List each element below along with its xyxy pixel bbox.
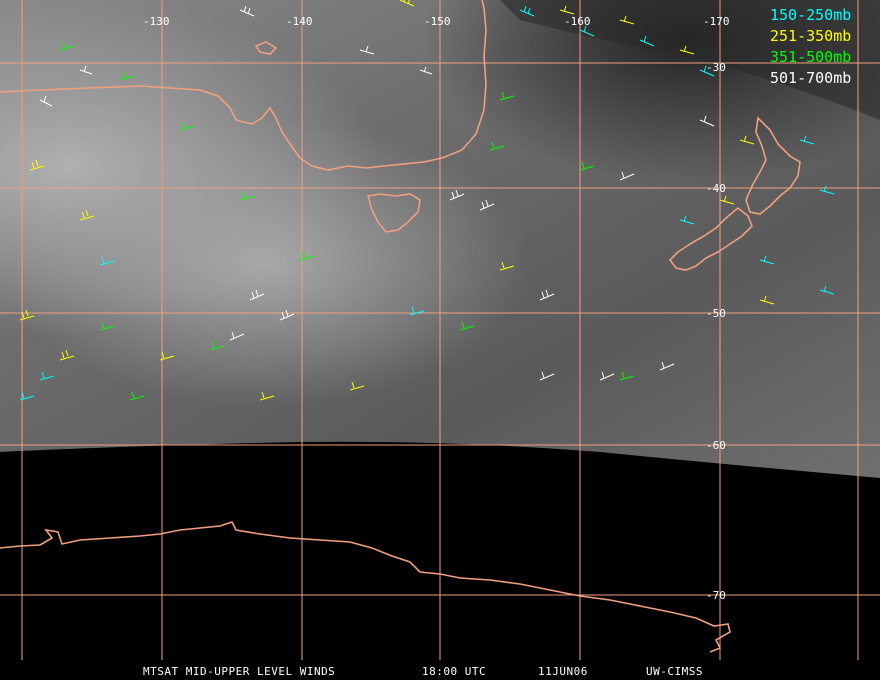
lon-label: -140	[286, 15, 313, 28]
lon-label: -160	[564, 15, 591, 28]
legend-entry-351-500: 351-500mb	[770, 48, 851, 66]
legend-entry-251-350: 251-350mb	[770, 27, 851, 45]
observation-time: 18:00 UTC	[422, 665, 486, 678]
lon-label: -150	[424, 15, 451, 28]
lat-label: -40	[706, 182, 726, 195]
footer-caption: MTSAT MID-UPPER LEVEL WINDS 18:00 UTC 11…	[143, 665, 703, 678]
lon-label: -130	[143, 15, 170, 28]
antarctica-coast	[0, 521, 731, 653]
map-canvas: -130 -140 -150 -160 -170 -30 -40 -50 -60…	[0, 0, 880, 678]
lat-label: -30	[706, 61, 726, 74]
legend-entry-501-700: 501-700mb	[770, 69, 851, 87]
lat-label: -50	[706, 307, 726, 320]
lat-label: -60	[706, 439, 726, 452]
lat-label: -70	[706, 589, 726, 602]
data-source: UW-CIMSS	[646, 665, 703, 678]
lon-label: -170	[703, 15, 730, 28]
product-name: MTSAT MID-UPPER LEVEL WINDS	[143, 665, 335, 678]
observation-date: 11JUN06	[538, 665, 588, 678]
legend-entry-150-250: 150-250mb	[770, 6, 851, 24]
satellite-wind-map: -130 -140 -150 -160 -170 -30 -40 -50 -60…	[0, 0, 880, 680]
